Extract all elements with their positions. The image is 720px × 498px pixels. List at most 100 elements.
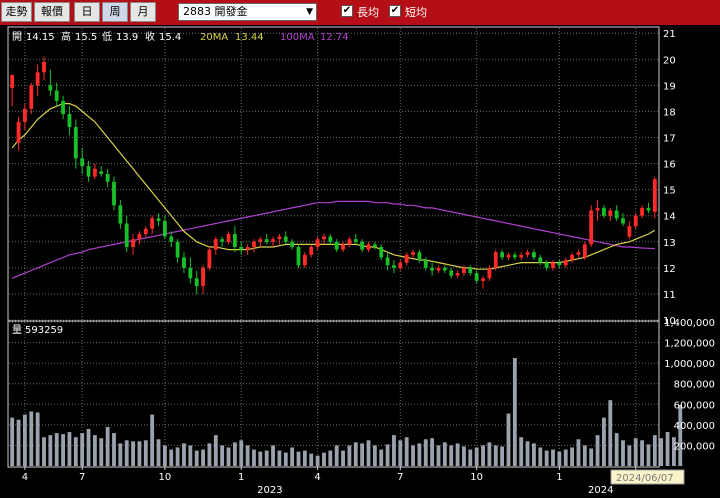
candle-body — [61, 101, 65, 115]
candle-body — [506, 254, 511, 258]
volume-bar — [360, 443, 365, 466]
candle-body — [640, 207, 645, 216]
candle-body — [277, 236, 282, 240]
candle-body — [35, 72, 40, 86]
candle-body — [563, 260, 568, 266]
volume-bar — [302, 450, 307, 466]
price-tick-label: 15 — [663, 186, 676, 197]
ma20-label: 20MA — [200, 32, 228, 43]
candle-body — [220, 239, 225, 242]
volume-bar — [392, 435, 396, 466]
volume-bar — [417, 443, 422, 466]
volume-bar — [182, 443, 186, 466]
volume-bar — [442, 442, 447, 466]
volume-bar — [659, 438, 664, 466]
candle-body — [449, 270, 454, 276]
candle-body — [500, 252, 505, 258]
candle-body — [99, 171, 104, 174]
volume-bar — [423, 439, 428, 466]
candlestick-chart[interactable]: 101112131415161718192021 200,000400,0006… — [0, 0, 720, 498]
volume-bar — [512, 358, 517, 466]
volume-bar — [353, 442, 358, 466]
volume-bar — [532, 443, 536, 466]
candle-body — [462, 267, 466, 274]
ma20-value: 13.44 — [235, 32, 264, 43]
candle-body — [302, 254, 307, 266]
candle-body — [404, 254, 409, 263]
volume-tick-label: 200,000 — [674, 441, 715, 452]
candle-body — [455, 273, 460, 276]
volume-tick-label: 1,200,000 — [664, 339, 715, 350]
volume-bar — [283, 452, 288, 466]
price-panel-frame — [7, 26, 660, 322]
month-tick-label: 10 — [159, 472, 172, 483]
candle-body — [557, 262, 562, 266]
volume-tick-label: 1,000,000 — [664, 359, 715, 370]
candle-body — [213, 239, 218, 250]
high-value: 15.5 — [75, 32, 97, 43]
candle-body — [188, 267, 193, 279]
candle-body — [360, 241, 365, 250]
month-tick-label: 4 — [314, 472, 320, 483]
candle-body — [258, 239, 263, 242]
candle-body — [194, 278, 199, 287]
candle-body — [379, 247, 384, 258]
volume-bar — [602, 417, 606, 466]
candle-body — [207, 249, 212, 268]
candle-body — [162, 220, 167, 237]
volume-bar — [436, 445, 441, 466]
month-tick-label: 1 — [556, 472, 562, 483]
volume-bar — [226, 447, 231, 466]
price-tick-label: 20 — [663, 55, 676, 66]
volume-bar — [35, 412, 40, 466]
volume-bar — [621, 440, 625, 466]
candle-body — [551, 262, 555, 268]
month-tick-label: 4 — [22, 472, 28, 483]
volume-bar — [61, 434, 65, 466]
candle-body — [80, 158, 85, 167]
candle-body — [156, 218, 161, 221]
candle-body — [48, 85, 53, 91]
candle-body — [519, 254, 524, 258]
ma20-line — [11, 102, 656, 270]
volume-bar — [232, 442, 237, 466]
candle-body — [544, 262, 549, 268]
volume-value: 593259 — [25, 325, 63, 336]
high-label: 高 — [61, 30, 71, 43]
volume-bar — [678, 404, 683, 466]
cursor-date-tooltip: 2024/06/07 — [610, 469, 685, 485]
price-tick-label: 11 — [663, 290, 676, 301]
volume-bar — [557, 451, 562, 466]
volume-bar — [347, 445, 352, 466]
candle-body — [436, 267, 441, 271]
candle-body — [633, 215, 638, 227]
volume-bar — [328, 450, 333, 466]
candle-body — [143, 228, 148, 234]
candle-body — [582, 244, 587, 258]
candle-body — [423, 260, 428, 268]
candle-body — [226, 233, 231, 242]
volume-bar — [665, 432, 670, 466]
volume-bar — [99, 438, 104, 466]
candle-body — [417, 252, 422, 261]
volume-bar — [627, 445, 632, 466]
candle-body — [169, 236, 174, 242]
volume-bar — [124, 440, 129, 466]
low-label: 低 — [102, 30, 112, 43]
volume-bar — [277, 450, 282, 466]
volume-bar — [474, 447, 479, 466]
volume-bar — [137, 441, 142, 466]
volume-bar — [201, 449, 205, 466]
volume-bars — [10, 358, 683, 466]
volume-bar — [22, 414, 27, 466]
candle-body — [652, 179, 657, 212]
candle-body — [232, 233, 237, 247]
close-label: 收 — [145, 30, 155, 43]
volume-bar — [563, 449, 568, 466]
candle-body — [334, 241, 339, 250]
candle-body — [296, 247, 301, 266]
volume-bar — [551, 449, 555, 466]
year-label: 2024 — [588, 485, 613, 496]
volume-bar — [544, 450, 549, 466]
volume-bar — [614, 433, 619, 466]
